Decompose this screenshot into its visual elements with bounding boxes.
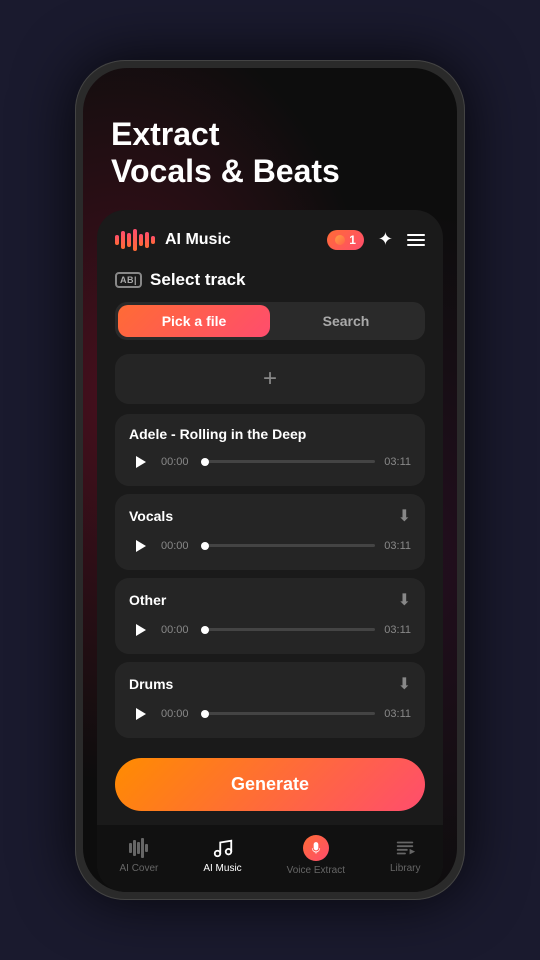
pick-file-tab[interactable]: Pick a file (118, 305, 270, 337)
track-header: Adele - Rolling in the Deep (129, 426, 411, 442)
library-icon (394, 837, 416, 859)
track-item: Other ⬇ 00:00 03:11 (115, 578, 425, 654)
music-note-icon (212, 837, 234, 859)
play-button[interactable] (129, 534, 153, 558)
tracks-list: Adele - Rolling in the Deep 00:00 03:11 (97, 414, 443, 748)
track-name: Vocals (129, 508, 173, 524)
time-start: 00:00 (161, 456, 193, 468)
bottom-nav: AI Cover AI Music (97, 825, 443, 892)
progress-bar[interactable] (201, 544, 375, 547)
track-controls: 00:00 03:11 (129, 618, 411, 642)
time-end: 03:11 (383, 456, 411, 468)
time-end: 03:11 (383, 624, 411, 636)
play-icon (136, 540, 146, 552)
progress-dot (201, 542, 209, 550)
time-start: 00:00 (161, 708, 193, 720)
upload-area[interactable]: + (115, 354, 425, 404)
nav-item-library[interactable]: Library (390, 837, 421, 874)
play-button[interactable] (129, 618, 153, 642)
progress-dot (201, 626, 209, 634)
progress-bar[interactable] (201, 460, 375, 463)
ab-badge: AB| (115, 272, 142, 288)
download-icon[interactable]: ⬇ (398, 506, 411, 526)
nav-item-ai-cover[interactable]: AI Cover (119, 837, 158, 874)
progress-bar[interactable] (201, 712, 375, 715)
notif-count: 1 (349, 233, 356, 247)
notification-badge[interactable]: 1 (327, 230, 364, 250)
nav-item-ai-music[interactable]: AI Music (203, 837, 241, 874)
time-start: 00:00 (161, 540, 193, 552)
track-header: Drums ⬇ (129, 674, 411, 694)
search-tab[interactable]: Search (270, 305, 422, 337)
add-file-icon: + (263, 367, 277, 391)
track-item: Adele - Rolling in the Deep 00:00 03:11 (115, 414, 425, 486)
time-start: 00:00 (161, 624, 193, 636)
progress-dot (201, 710, 209, 718)
voice-extract-icon (303, 835, 329, 861)
play-icon (136, 456, 146, 468)
hero-title: Extract Vocals & Beats (83, 68, 457, 210)
generate-button[interactable]: Generate (115, 758, 425, 811)
track-name: Other (129, 592, 166, 608)
phone-frame: Extract Vocals & Beats AI Music (75, 60, 465, 900)
play-icon (136, 708, 146, 720)
select-track-label: Select track (150, 270, 245, 290)
track-item: Vocals ⬇ 00:00 03:11 (115, 494, 425, 570)
track-controls: 00:00 03:11 (129, 450, 411, 474)
nav-label-library: Library (390, 863, 421, 874)
menu-icon[interactable] (407, 234, 425, 246)
play-icon (136, 624, 146, 636)
track-name: Adele - Rolling in the Deep (129, 426, 306, 442)
track-controls: 00:00 03:11 (129, 702, 411, 726)
nav-label-ai-cover: AI Cover (119, 863, 158, 874)
track-item: Drums ⬇ 00:00 03:11 (115, 662, 425, 738)
track-header: Vocals ⬇ (129, 506, 411, 526)
nav-item-voice-extract[interactable]: Voice Extract (287, 835, 345, 876)
waveform-icon (115, 226, 155, 254)
section-label: AB| Select track (97, 266, 443, 302)
download-icon[interactable]: ⬇ (398, 674, 411, 694)
notif-dot-icon (335, 235, 345, 245)
app-header: AI Music 1 ✦ (97, 210, 443, 266)
play-button[interactable] (129, 450, 153, 474)
download-icon[interactable]: ⬇ (398, 590, 411, 610)
main-content: Extract Vocals & Beats AI Music (83, 68, 457, 892)
time-end: 03:11 (383, 708, 411, 720)
phone-screen: Extract Vocals & Beats AI Music (83, 68, 457, 892)
app-card: AI Music 1 ✦ AB| Select track (97, 210, 443, 892)
play-button[interactable] (129, 702, 153, 726)
progress-bar[interactable] (201, 628, 375, 631)
sparkle-icon[interactable]: ✦ (378, 229, 393, 250)
track-header: Other ⬇ (129, 590, 411, 610)
track-name: Drums (129, 676, 173, 692)
app-title: AI Music (165, 231, 317, 249)
time-end: 03:11 (383, 540, 411, 552)
progress-dot (201, 458, 209, 466)
nav-label-voice-extract: Voice Extract (287, 865, 345, 876)
nav-label-ai-music: AI Music (203, 863, 241, 874)
track-controls: 00:00 03:11 (129, 534, 411, 558)
tab-selector: Pick a file Search (115, 302, 425, 340)
